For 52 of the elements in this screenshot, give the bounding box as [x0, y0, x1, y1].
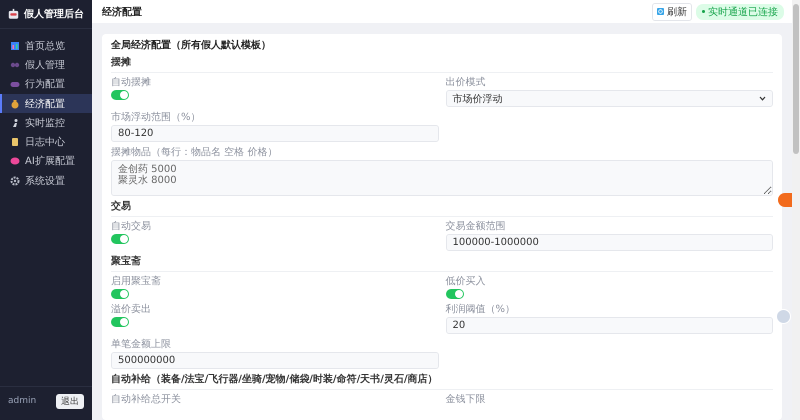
field-label: 溢价卖出 [111, 304, 151, 315]
page-title: 经济配置 [102, 5, 142, 18]
sidebar-item[interactable]: 首页总览 [0, 36, 92, 56]
username: admin [8, 396, 36, 406]
refresh-button[interactable]: 刷新 [652, 2, 692, 20]
sidebar-item[interactable]: AI扩展配置 [0, 152, 92, 172]
money-bag-icon [10, 98, 20, 109]
field-label: 自动交易 [111, 221, 151, 232]
floating-widget-icon[interactable] [778, 193, 792, 207]
scrollbar[interactable] [792, 0, 800, 420]
sidebar-item[interactable]: 经济配置 [0, 94, 92, 114]
input-field[interactable]: 100000-1000000 [446, 234, 773, 251]
sidebar-item[interactable]: 假人管理 [0, 55, 92, 75]
section-title: 自动补给（装备/法宝/飞行器/坐骑/宠物/储袋/时装/命符/天书/灵石/商店） [111, 374, 773, 390]
sidebar-item[interactable]: 行为配置 [0, 74, 92, 94]
field-label: 市场浮动范围（%） [111, 112, 201, 123]
robot-icon [8, 7, 19, 21]
card-title: 全局经济配置（所有假人默认模板） [111, 40, 272, 52]
input-field[interactable]: 500000000 [111, 352, 438, 369]
toggle-switch[interactable] [111, 90, 129, 100]
sidebar-item[interactable]: 系统设置 [0, 171, 92, 190]
field-label: 自动补给总开关 [111, 394, 181, 405]
chevron-icon [759, 96, 766, 101]
sidebar-item[interactable]: 日志中心 [0, 132, 92, 152]
field-label: 金钱下限 [446, 394, 486, 405]
refresh-icon [657, 8, 664, 15]
field-label: 自动摆摊 [111, 77, 151, 88]
toggle-switch[interactable] [111, 317, 129, 327]
field-label: 交易金额范围 [446, 221, 506, 232]
app-title: 假人管理后台 [24, 8, 84, 21]
toggle-switch[interactable] [111, 289, 129, 299]
avatar[interactable] [776, 309, 791, 324]
connection-status: 实时通道已连接 [696, 4, 784, 20]
section-title: 交易 [111, 201, 773, 217]
sidebar-item[interactable]: 实时监控 [0, 113, 92, 132]
field-label: 出价模式 [446, 77, 486, 88]
field-label: 摆摊物品（每行：物品名 空格 价格） [111, 147, 278, 158]
toggle-switch[interactable] [446, 289, 464, 299]
textarea-field[interactable]: 金创药 5000 聚灵水 8000 [111, 160, 773, 196]
section-title: 聚宝斋 [111, 256, 773, 272]
toggle-switch[interactable] [111, 234, 129, 244]
field-label: 利润阈值（%） [446, 304, 516, 315]
gear-icon [10, 176, 20, 186]
input-field[interactable]: 80-120 [111, 125, 438, 142]
section-title: 摆摊 [111, 57, 773, 73]
field-label: 低价买入 [446, 276, 486, 287]
field-label: 启用聚宝斋 [111, 276, 161, 287]
logout-button[interactable]: 退出 [56, 394, 84, 408]
field-label: 单笔金额上限 [111, 339, 171, 350]
select-field[interactable]: 市场价浮动 [446, 90, 773, 107]
chart-icon [10, 40, 20, 51]
input-field[interactable]: 20 [446, 317, 773, 334]
